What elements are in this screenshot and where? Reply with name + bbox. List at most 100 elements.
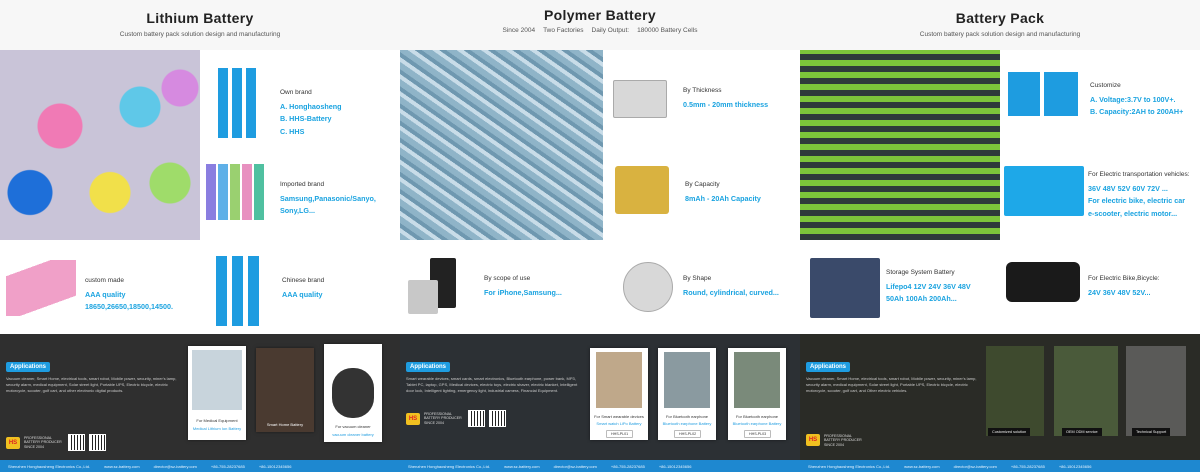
wearable-photo bbox=[596, 352, 642, 408]
pack-subtitle: Custom battery pack solution design and … bbox=[919, 31, 1081, 38]
thickness-label: By Thickness bbox=[683, 87, 722, 94]
transport-label: For Electric transportation vehicles: bbox=[1088, 171, 1190, 178]
applications-text: Smart wearable devices, smart cards, sma… bbox=[406, 376, 578, 393]
footer-web[interactable]: www.sz-battery.com bbox=[904, 464, 940, 469]
applications-badge: Applications bbox=[806, 362, 851, 372]
capacity-tile: By Capacity 8mAh - 20Ah Capacity bbox=[603, 146, 800, 240]
footer-phone: +86-755-28237685 bbox=[610, 463, 645, 469]
footer-phone: +86-755-28237685 bbox=[1010, 463, 1045, 469]
lithium-header: Lithium Battery Custom battery pack solu… bbox=[0, 0, 400, 50]
ebike-caption: For Electric Bike,Bicycle: 24V 36V 48V 5… bbox=[1088, 274, 1160, 299]
chinese-brand-caption: Chinese brand AAA quality bbox=[282, 276, 324, 301]
imported-brand-tile: Imported brand Samsung,Panasonic/Sanyo, … bbox=[200, 146, 400, 240]
storage-box-image bbox=[810, 258, 880, 318]
earphone-card-1-subtitle: Bluetooth earphone Battery bbox=[662, 421, 712, 426]
brand-block: HS PROFESSIONAL BATTERY PRODUCER SINCE 2… bbox=[6, 434, 106, 451]
customized-solution-button[interactable]: Customized solution bbox=[988, 428, 1031, 436]
polymer-cells-photo bbox=[400, 50, 603, 240]
smart-home-card-label: Smart Home Battery bbox=[266, 422, 304, 427]
polymer-title: Polymer Battery bbox=[544, 7, 656, 23]
customize-label: Customize bbox=[1090, 82, 1121, 89]
ebike-pack-image bbox=[1006, 262, 1080, 302]
custom-made-tile: custom made AAA quality 18650,26650,1850… bbox=[0, 240, 200, 334]
imported-brand-label: Imported brand bbox=[280, 181, 325, 188]
footer-web[interactable]: www.sz-battery.com bbox=[104, 464, 140, 469]
footer-mail[interactable]: director@sz-battery.com bbox=[554, 464, 597, 469]
gold-battery-image bbox=[615, 166, 669, 214]
capacity-label: By Capacity bbox=[685, 181, 720, 188]
transport-line1: 36V 48V 52V 60V 72V ... bbox=[1088, 183, 1168, 193]
thickness-value: 0.5mm - 20mm thickness bbox=[683, 99, 769, 109]
capacity-caption: By Capacity 8mAh - 20Ah Capacity bbox=[685, 180, 761, 205]
storage-line1: Lifepo4 12V 24V 36V 48V bbox=[886, 281, 971, 291]
footer-company: Shenzhen Honghaosheng Electronics Co.,Lt… bbox=[408, 463, 491, 469]
own-brand-b: B. HHS-Battery bbox=[280, 114, 332, 124]
customized-photo bbox=[986, 346, 1044, 436]
earphone-card-2: For Bluetooth earphone Bluetooth earphon… bbox=[728, 348, 786, 440]
earphone-photo-1 bbox=[664, 352, 710, 408]
output-text: Daily Output: bbox=[591, 27, 630, 34]
earphone-card-1-title: For Bluetooth earphone bbox=[665, 414, 709, 419]
own-brand-caption: Own brand A. Honghaosheng B. HHS-Battery… bbox=[280, 88, 342, 139]
applications-badge: Applications bbox=[6, 362, 51, 372]
scope-tile: By scope of use For iPhone,Samsung... bbox=[400, 240, 603, 334]
qr-code-icon bbox=[68, 434, 85, 451]
lithium-title: Lithium Battery bbox=[146, 10, 254, 26]
footer-bar-2: Shenzhen Honghaosheng Electronics Co.,Lt… bbox=[400, 460, 800, 472]
oem-odm-button[interactable]: OEM ODM service bbox=[1062, 428, 1102, 436]
footer-mail[interactable]: director@sz-battery.com bbox=[954, 464, 997, 469]
chinese-brand-tile: Chinese brand AAA quality bbox=[200, 240, 400, 334]
imported-brand-line2: Sony,LG... bbox=[280, 206, 316, 216]
earphone-card-2-title: For Bluetooth earphone bbox=[735, 414, 779, 419]
footer-mobile: +86-15012345656 bbox=[658, 463, 692, 469]
transport-line2: For electric bike, electric car bbox=[1088, 196, 1186, 206]
support-photo bbox=[1126, 346, 1186, 436]
storage-line2: 50Ah 100Ah 200Ah... bbox=[886, 294, 957, 304]
qr-code-icon bbox=[89, 434, 106, 451]
customize-a: A. Voltage:3.7V to 100V+. bbox=[1090, 94, 1176, 104]
wearable-card-subtitle: Smart watch LiPo Battery bbox=[596, 421, 642, 426]
footer-mail[interactable]: director@sz-battery.com bbox=[154, 464, 197, 469]
transport-tile: For Electric transportation vehicles: 36… bbox=[1000, 146, 1200, 240]
medical-card: For Medical Equipment Medical Lithium Io… bbox=[188, 346, 246, 440]
medical-card-title: For Medical Equipment bbox=[196, 418, 238, 423]
storage-caption: Storage System Battery Lifepo4 12V 24V 3… bbox=[886, 268, 971, 306]
wearable-card: For Smart wearable devices Smart watch L… bbox=[590, 348, 648, 440]
since-text: Since 2004 bbox=[502, 27, 536, 34]
polymer-header: Polymer Battery Since 2004 Two Factories D… bbox=[400, 0, 800, 50]
medical-card-subtitle: Medical Lithium Ion Battery bbox=[192, 426, 242, 431]
thickness-caption: By Thickness 0.5mm - 20mm thickness bbox=[683, 86, 768, 111]
hhs-logo-icon: HS bbox=[6, 436, 20, 449]
custom-made-line2: 18650,26650,18500,14500. bbox=[85, 302, 173, 312]
chinese-cells-image bbox=[216, 256, 276, 326]
earphone-card-2-subtitle: Bluetooth earphone Battery bbox=[732, 421, 782, 426]
earphone-photo-2 bbox=[734, 352, 780, 408]
transport-caption: For Electric transportation vehicles: 36… bbox=[1088, 170, 1190, 221]
model-button-1[interactable]: HHS-PL01 bbox=[606, 430, 634, 438]
applications-text: Vacuum cleaner, Smart Home, electrical t… bbox=[806, 376, 977, 393]
ebike-tile: For Electric Bike,Bicycle: 24V 36V 48V 5… bbox=[1000, 240, 1200, 334]
model-button-2[interactable]: HHS-PL02 bbox=[674, 430, 702, 438]
applications-panel-2: Applications Smart wearable devices, sma… bbox=[400, 334, 800, 460]
pack-cells-photo bbox=[800, 50, 1000, 240]
shape-tile: By Shape Round, cylindrical, curved... bbox=[603, 240, 800, 334]
brand-block: HS PROFESSIONAL BATTERY PRODUCER SINCE 2… bbox=[406, 410, 506, 427]
applications-panel-3: Applications Vacuum cleaner, Smart Home,… bbox=[800, 334, 1200, 460]
chinese-brand-label: Chinese brand bbox=[282, 277, 325, 284]
brand-text: PROFESSIONAL BATTERY PRODUCER SINCE 2004 bbox=[424, 412, 462, 425]
brand-text: PROFESSIONAL BATTERY PRODUCER SINCE 2004 bbox=[824, 434, 862, 447]
storage-label: Storage System Battery bbox=[886, 269, 955, 276]
model-button-3[interactable]: HHS-PL03 bbox=[744, 430, 772, 438]
imported-brand-line1: Samsung,Panasonic/Sanyo, bbox=[280, 193, 376, 203]
thickness-tile: By Thickness 0.5mm - 20mm thickness bbox=[603, 50, 800, 146]
ebike-line1: 24V 36V 48V 52V... bbox=[1088, 287, 1151, 297]
capacity-value: 8mAh - 20Ah Capacity bbox=[685, 193, 761, 203]
footer-mobile: +86-15012345656 bbox=[258, 463, 292, 469]
technical-support-button[interactable]: Technical Support bbox=[1132, 428, 1171, 436]
footer-web[interactable]: www.sz-battery.com bbox=[504, 464, 540, 469]
qr-code-icon bbox=[489, 410, 506, 427]
scope-label: By scope of use bbox=[484, 275, 531, 282]
own-brand-c: C. HHS bbox=[280, 126, 305, 136]
round-battery-image bbox=[623, 262, 673, 312]
cells-text: 180000 Battery Cells bbox=[637, 27, 698, 34]
